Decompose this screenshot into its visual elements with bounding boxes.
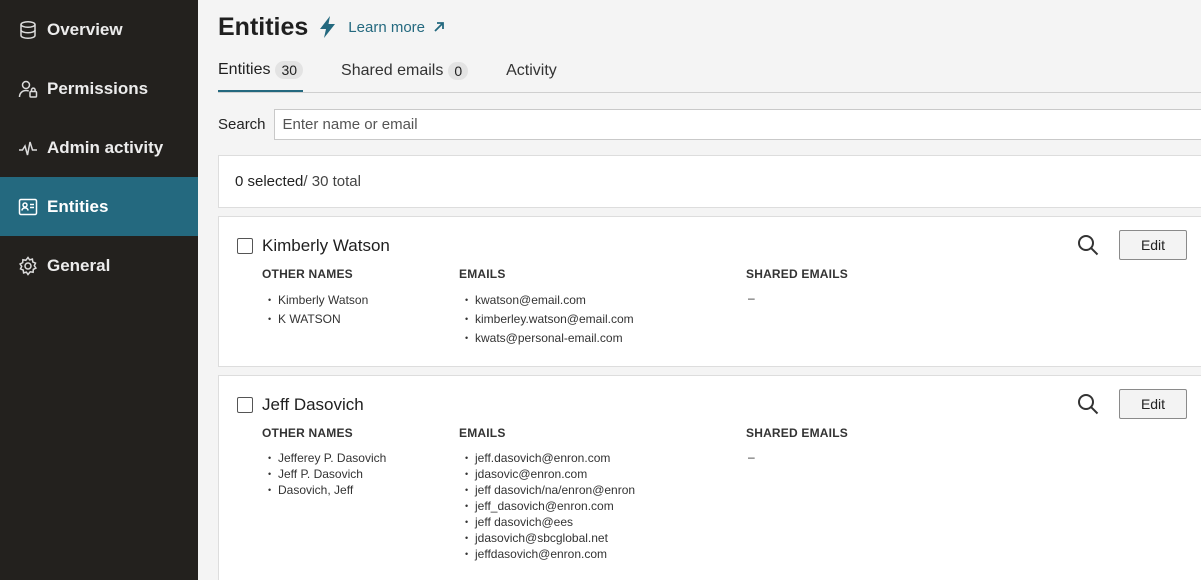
sidebar-item-entities[interactable]: Entities [0, 177, 198, 236]
emails-column: EMAILS jeff.dasovich@enron.com jdasovic@… [459, 426, 746, 562]
list-item: kwats@personal-email.com [459, 329, 746, 348]
entity-select-checkbox[interactable] [237, 238, 253, 254]
list-item: Jeff P. Dasovich [262, 466, 459, 482]
selection-summary: 0 selected / 30 total [218, 155, 1201, 208]
sidebar-item-general[interactable]: General [0, 236, 198, 295]
list-item: Jefferey P. Dasovich [262, 450, 459, 466]
sidebar: Overview Permissions Admin activity Enti… [0, 0, 198, 580]
tab-count-badge: 30 [275, 60, 304, 79]
gear-icon [18, 255, 38, 276]
shared-emails-column: SHARED EMAILS – [746, 426, 946, 562]
entity-card: Kimberly Watson Edit OTHER NAMES Kimberl… [218, 216, 1201, 367]
sidebar-item-permissions[interactable]: Permissions [0, 59, 198, 118]
tab-activity[interactable]: Activity [506, 53, 557, 92]
list-item: jdasovich@sbcglobal.net [459, 530, 746, 546]
external-link-icon [433, 21, 445, 33]
entity-select-checkbox[interactable] [237, 397, 253, 413]
id-card-icon [18, 197, 38, 217]
main-content: Entities Learn more Entities 30 Shared e… [198, 0, 1201, 580]
entity-actions: Edit [1077, 230, 1187, 260]
list-item: jeff dasovich/na/enron@enron [459, 482, 746, 498]
total-count: / 30 total [303, 173, 361, 190]
search-label: Search [218, 115, 266, 133]
selected-count: 0 selected [235, 173, 304, 190]
list-item: Dasovich, Jeff [262, 482, 459, 498]
tab-count-badge: 0 [448, 61, 469, 80]
column-header: SHARED EMAILS [746, 267, 848, 281]
list-item: jeffdasovich@enron.com [459, 546, 746, 562]
sidebar-item-label: Entities [47, 196, 109, 216]
emails-list: kwatson@email.com kimberley.watson@email… [459, 291, 746, 348]
database-icon [18, 20, 38, 40]
shared-emails-empty: – [748, 450, 755, 464]
entity-details: OTHER NAMES Jefferey P. Dasovich Jeff P.… [262, 426, 1201, 562]
column-header: SHARED EMAILS [746, 426, 848, 440]
learn-more-label: Learn more [348, 18, 426, 36]
other-names-list: Jefferey P. Dasovich Jeff P. Dasovich Da… [262, 450, 459, 498]
list-item: Kimberly Watson [262, 291, 459, 310]
tab-entities[interactable]: Entities 30 [218, 53, 304, 92]
entity-actions: Edit [1077, 389, 1187, 419]
entity-card: Jeff Dasovich Edit OTHER NAMES Jefferey … [218, 375, 1201, 580]
column-header: OTHER NAMES [262, 426, 353, 440]
shared-emails-column: SHARED EMAILS – [746, 267, 946, 348]
sidebar-item-label: General [47, 255, 111, 275]
shared-emails-empty: – [748, 291, 755, 305]
emails-list: jeff.dasovich@enron.com jdasovic@enron.c… [459, 450, 746, 562]
edit-button[interactable]: Edit [1119, 230, 1187, 260]
entity-name: Jeff Dasovich [262, 395, 364, 414]
sidebar-item-label: Admin activity [47, 137, 164, 157]
column-header: OTHER NAMES [262, 267, 353, 281]
column-header: EMAILS [459, 267, 506, 281]
list-item: jeff.dasovich@enron.com [459, 450, 746, 466]
list-item: jeff dasovich@ees [459, 514, 746, 530]
list-item: kimberley.watson@email.com [459, 310, 746, 329]
list-item: kwatson@email.com [459, 291, 746, 310]
other-names-column: OTHER NAMES Kimberly Watson K WATSON [262, 267, 459, 348]
search-row: Search [218, 93, 1201, 155]
list-item: K WATSON [262, 310, 459, 329]
list-item: jdasovic@enron.com [459, 466, 746, 482]
page-title: Entities [218, 12, 309, 41]
entity-card-header: Jeff Dasovich [237, 394, 1201, 416]
list-item: jeff_dasovich@enron.com [459, 498, 746, 514]
sidebar-item-admin-activity[interactable]: Admin activity [0, 118, 198, 177]
app-root: Overview Permissions Admin activity Enti… [0, 0, 1201, 580]
learn-more-link[interactable]: Learn more [348, 19, 445, 36]
tab-bar: Entities 30 Shared emails 0 Activity [218, 54, 1201, 93]
tab-label: Shared emails [341, 61, 444, 79]
tab-label: Activity [506, 61, 557, 79]
entity-name: Kimberly Watson [262, 236, 390, 255]
search-icon[interactable] [1077, 234, 1099, 256]
entity-details: OTHER NAMES Kimberly Watson K WATSON EMA… [262, 267, 1201, 348]
tab-label: Entities [218, 60, 271, 78]
search-input[interactable] [273, 108, 1201, 140]
sidebar-item-label: Permissions [47, 78, 149, 98]
edit-button[interactable]: Edit [1119, 389, 1187, 419]
activity-icon [18, 138, 38, 158]
entity-card-header: Kimberly Watson [237, 235, 1201, 257]
user-lock-icon [18, 79, 38, 99]
column-header: EMAILS [459, 426, 506, 440]
sidebar-item-overview[interactable]: Overview [0, 0, 198, 59]
sidebar-item-label: Overview [47, 19, 123, 39]
other-names-column: OTHER NAMES Jefferey P. Dasovich Jeff P.… [262, 426, 459, 562]
emails-column: EMAILS kwatson@email.com kimberley.watso… [459, 267, 746, 348]
search-icon[interactable] [1077, 393, 1099, 415]
lightning-bolt-icon [318, 16, 338, 38]
other-names-list: Kimberly Watson K WATSON [262, 291, 459, 329]
page-header: Entities Learn more [218, 0, 1201, 54]
tab-shared-emails[interactable]: Shared emails 0 [341, 53, 469, 92]
